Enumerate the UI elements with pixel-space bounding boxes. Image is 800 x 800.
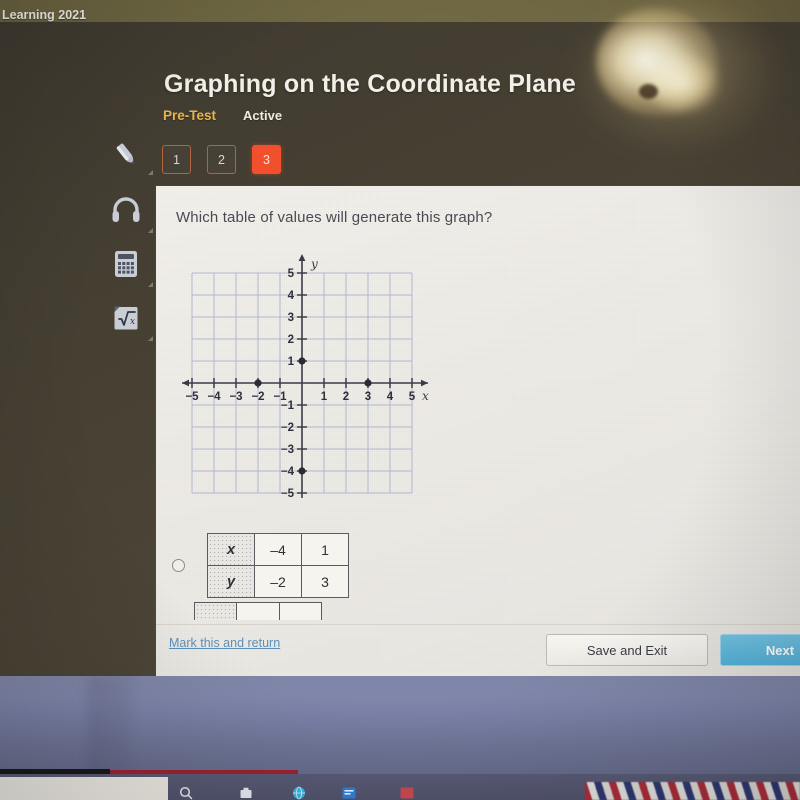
answer-option-b-partial[interactable]	[194, 602, 322, 620]
flag-banner-image	[585, 782, 800, 800]
headphones-icon	[112, 197, 140, 222]
rail-caret-3	[148, 282, 153, 287]
x-axis-arrow	[421, 379, 428, 387]
answer-option-a-table: x –4 1 y –2 3	[207, 533, 349, 598]
coordinate-plane-svg: y x −5 −4 −3 −2 −1 1 2 3 4 5 5 4 3 2 1 −…	[182, 254, 429, 500]
answer-option-b-table	[194, 602, 322, 620]
photo-of-monitor: Learning 2021 Graphing on the Coordinate…	[0, 0, 800, 800]
y-axis-arrow	[298, 254, 306, 261]
x-axis-arrow-left	[182, 379, 189, 387]
data-point-0-neg4	[298, 467, 306, 475]
calculator-tool-button[interactable]	[104, 244, 148, 284]
svg-text:4: 4	[288, 290, 295, 302]
next-button[interactable]: Next	[720, 634, 800, 666]
question-pager[interactable]: 1 2 3	[162, 145, 281, 174]
pretest-label: Pre-Test	[163, 108, 217, 123]
svg-text:2: 2	[343, 391, 349, 403]
option-a-row-1-cell-0: –2	[254, 565, 302, 598]
calculator-icon	[115, 251, 137, 277]
square-root-icon: x	[114, 306, 138, 330]
rail-caret-2	[148, 228, 153, 233]
search-icon[interactable]	[179, 786, 193, 800]
option-b-row-0-cell-1	[278, 602, 322, 620]
svg-text:5: 5	[409, 391, 416, 403]
option-a-row-0-header: x	[207, 533, 255, 566]
browser-tab-title: Learning 2021	[2, 8, 87, 22]
svg-text:−4: −4	[281, 466, 295, 478]
pager-item-3[interactable]: 3	[252, 145, 281, 174]
data-point-0-1	[298, 357, 306, 365]
data-point-3-0	[364, 379, 372, 387]
x-tick-labels: −5 −4 −3 −2 −1 1 2 3 4 5	[185, 391, 415, 403]
rail-caret-4	[148, 336, 153, 341]
svg-text:−3: −3	[281, 444, 294, 456]
svg-text:1: 1	[321, 391, 328, 403]
svg-text:−4: −4	[207, 391, 221, 403]
option-b-row-0-cell-0	[236, 602, 280, 620]
pager-item-2[interactable]: 2	[207, 145, 236, 174]
table-row	[194, 602, 322, 620]
data-point-neg2-0	[254, 379, 262, 387]
option-a-row-0-cell-0: –4	[254, 533, 302, 566]
svg-text:−3: −3	[229, 391, 242, 403]
folder-icon[interactable]	[239, 786, 253, 800]
svg-text:5: 5	[288, 268, 295, 280]
tool-rail[interactable]: x	[104, 134, 153, 344]
card-footer: Mark this and return Save and Exit Next	[156, 624, 800, 677]
answer-option-a-radio[interactable]	[172, 559, 185, 572]
svg-text:−1: −1	[281, 400, 295, 412]
y-axis-label: y	[310, 257, 318, 271]
svg-text:2: 2	[288, 334, 294, 346]
option-a-row-1-header: y	[207, 565, 255, 598]
light-glare-speck	[639, 84, 658, 99]
svg-text:1: 1	[288, 356, 295, 368]
question-prompt: Which table of values will generate this…	[176, 209, 493, 226]
app-red-icon[interactable]	[400, 786, 414, 800]
table-row: x –4 1	[207, 533, 349, 566]
svg-text:3: 3	[288, 312, 294, 324]
browser-globe-icon[interactable]	[292, 786, 306, 800]
answer-option-a[interactable]: x –4 1 y –2 3	[172, 533, 349, 598]
rail-caret-1	[148, 170, 153, 175]
option-b-row-0-header	[194, 602, 238, 620]
mark-this-and-return-link[interactable]: Mark this and return	[169, 636, 280, 650]
pager-item-1[interactable]: 1	[162, 145, 191, 174]
plotted-points	[254, 357, 372, 475]
axes	[182, 256, 428, 498]
coordinate-plane-graph: y x −5 −4 −3 −2 −1 1 2 3 4 5 5 4 3 2 1 −…	[180, 248, 440, 500]
app-tile-icon[interactable]	[342, 786, 356, 800]
svg-text:3: 3	[365, 391, 371, 403]
pencil-tool-button[interactable]	[104, 134, 148, 174]
svg-text:−2: −2	[281, 422, 294, 434]
assessment-meta: Pre-Test Active	[163, 108, 282, 123]
option-a-row-0-cell-1: 1	[301, 533, 349, 566]
status-badge: Active	[243, 108, 283, 123]
option-a-row-1-cell-1: 3	[301, 565, 349, 598]
x-axis-label: x	[422, 389, 429, 403]
headphones-tool-button[interactable]	[104, 190, 148, 230]
taskbar-white-panel	[0, 777, 168, 800]
svg-text:4: 4	[387, 391, 394, 403]
svg-text:−5: −5	[185, 391, 199, 403]
save-and-exit-button[interactable]: Save and Exit	[546, 634, 708, 666]
table-row: y –2 3	[207, 565, 349, 598]
svg-text:−2: −2	[251, 391, 264, 403]
page-title: Graphing on the Coordinate Plane	[164, 70, 576, 98]
svg-text:x: x	[130, 317, 135, 327]
pencil-icon	[116, 143, 134, 164]
square-root-tool-button[interactable]: x	[104, 298, 148, 338]
svg-text:−5: −5	[281, 488, 295, 498]
